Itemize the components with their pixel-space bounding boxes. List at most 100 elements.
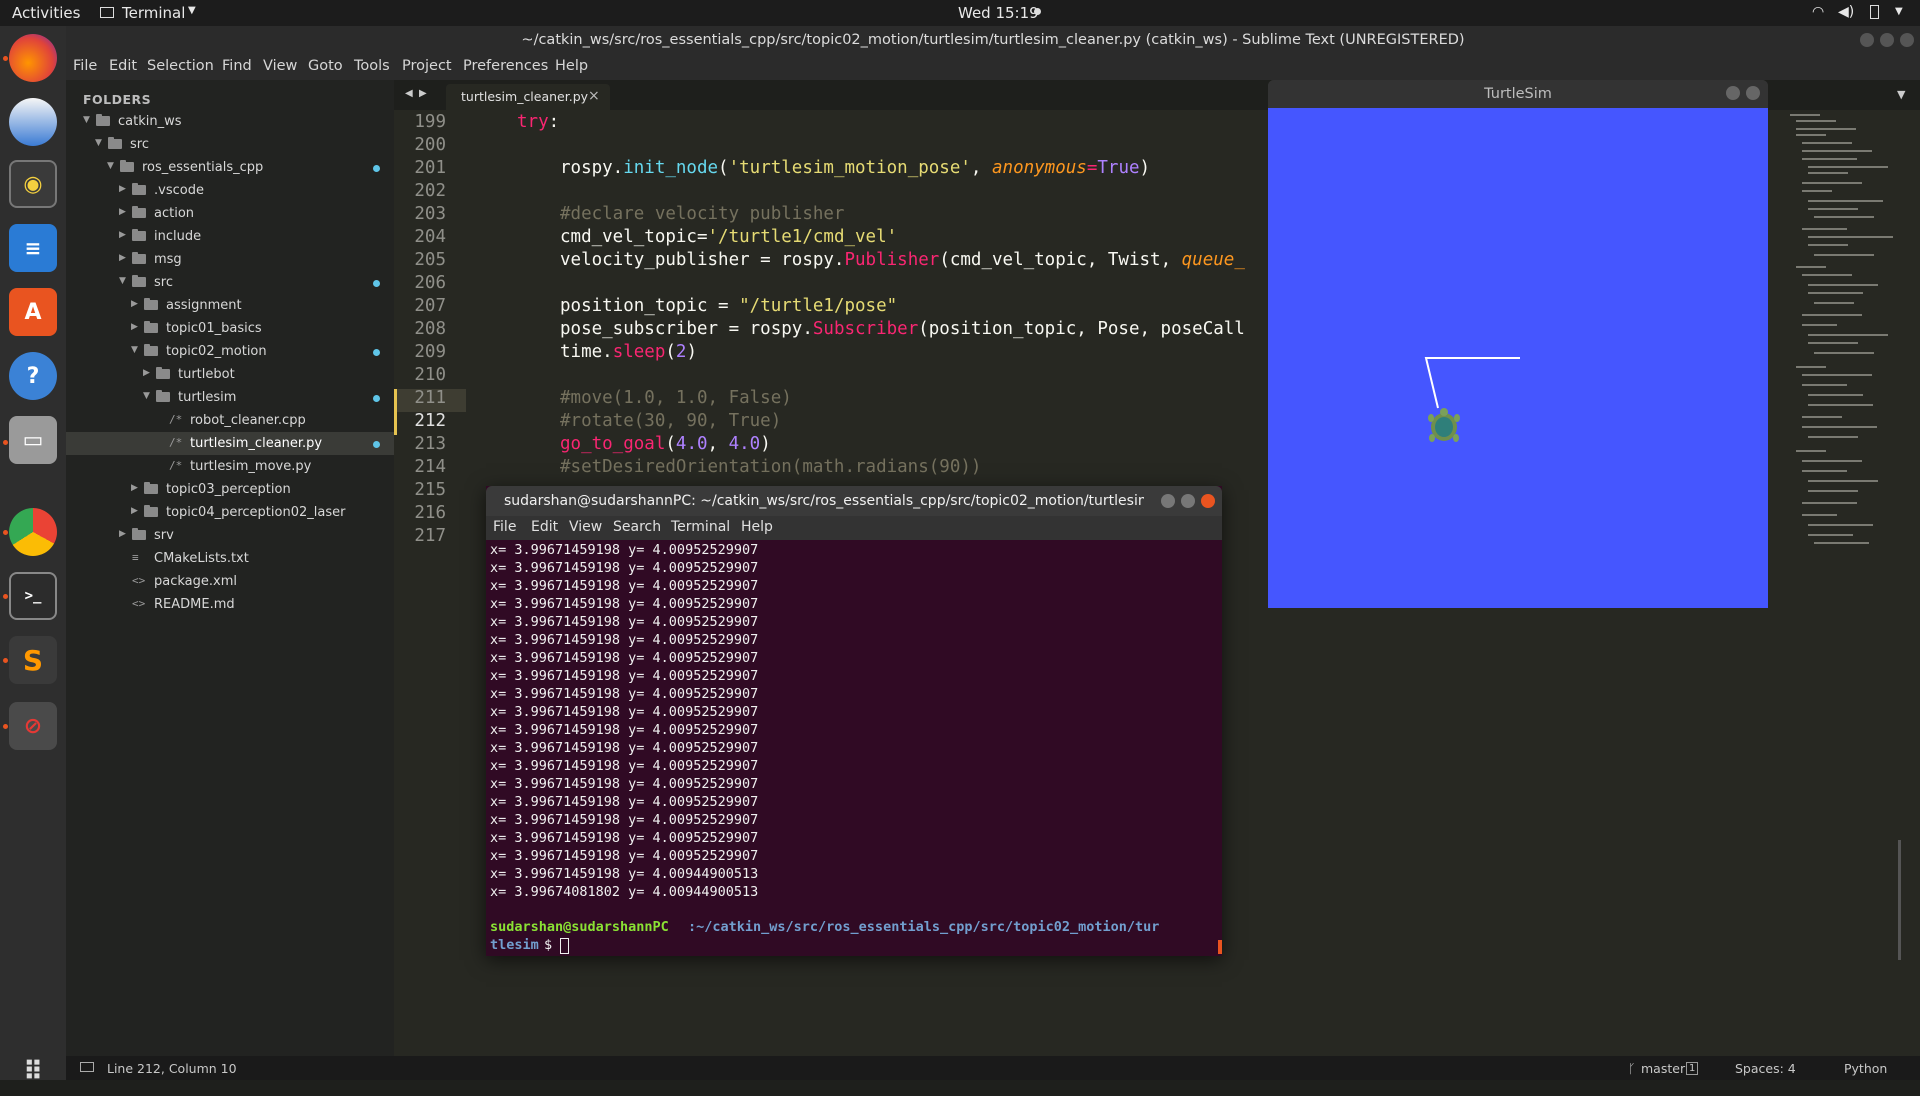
tree-folder-turtlesim[interactable]: ▼ turtlesim bbox=[66, 386, 394, 409]
tree-folder-msg[interactable]: ▶ msg bbox=[66, 248, 394, 271]
terminal-minimize-icon[interactable] bbox=[1161, 494, 1175, 508]
volume-icon[interactable]: ◀) bbox=[1838, 4, 1854, 20]
maximize-icon[interactable] bbox=[1880, 33, 1894, 47]
line-number: 200 bbox=[414, 135, 446, 155]
menu-help[interactable]: Help bbox=[555, 58, 588, 74]
terminal-menu-edit[interactable]: Edit bbox=[531, 519, 558, 535]
menu-project[interactable]: Project bbox=[402, 58, 452, 74]
tree-folder-topic04-perception02-laser[interactable]: ▶ topic04_perception02_laser bbox=[66, 501, 394, 524]
terminal-menu-bar: File Edit View Search Terminal Help bbox=[486, 516, 1222, 540]
terminal-prompt-user: sudarshan@sudarshannPC bbox=[490, 919, 669, 935]
chevron-right-icon: ▶ bbox=[119, 184, 126, 194]
terminal-menu-search[interactable]: Search bbox=[613, 519, 661, 535]
chevron-right-icon: ▶ bbox=[119, 230, 126, 240]
terminal-icon[interactable]: >_ bbox=[9, 572, 57, 620]
code-token: Publisher bbox=[844, 250, 940, 270]
syntax-setting[interactable]: Python bbox=[1844, 1061, 1887, 1076]
files-icon[interactable]: ▭ bbox=[9, 416, 57, 464]
file-icon: /* bbox=[169, 436, 183, 449]
terminal-menu-file[interactable]: File bbox=[493, 519, 516, 535]
firefox-icon[interactable] bbox=[9, 34, 57, 82]
minimap[interactable] bbox=[1762, 110, 1902, 1056]
turtlesim-app-icon[interactable]: ⊘ bbox=[9, 702, 57, 750]
wifi-icon[interactable]: ◠ bbox=[1812, 4, 1824, 20]
tree-folder-topic01-basics[interactable]: ▶ topic01_basics bbox=[66, 317, 394, 340]
terminal-output-line: x= 3.99671459198 y= 4.00952529907 bbox=[490, 812, 759, 828]
clock[interactable]: Wed 15:19 bbox=[958, 4, 1039, 22]
tree-label: topic02_motion bbox=[166, 344, 267, 359]
tree-file-readme[interactable]: <> README.md bbox=[66, 593, 394, 616]
writer-icon[interactable]: ≡ bbox=[9, 224, 57, 272]
line-number: 204 bbox=[414, 227, 446, 247]
menu-tools[interactable]: Tools bbox=[354, 58, 390, 74]
terminal-cursor[interactable] bbox=[560, 938, 569, 954]
terminal-output-line: x= 3.99674081802 y= 4.00944900513 bbox=[490, 884, 759, 900]
sublime-text-icon[interactable]: S bbox=[9, 636, 57, 684]
tree-label: .vscode bbox=[154, 183, 204, 198]
thunderbird-icon[interactable] bbox=[9, 98, 57, 146]
folder-icon bbox=[132, 229, 146, 241]
chevron-down-icon[interactable]: ▼ bbox=[188, 5, 196, 16]
folder-icon bbox=[96, 114, 110, 126]
tree-folder-include[interactable]: ▶ include bbox=[66, 225, 394, 248]
tab-nav-right-icon[interactable]: ▶ bbox=[419, 88, 427, 99]
terminal-scrollbar[interactable] bbox=[1218, 940, 1222, 954]
panel-toggle-icon[interactable] bbox=[80, 1062, 94, 1072]
terminal-maximize-icon[interactable] bbox=[1181, 494, 1195, 508]
tree-folder-vscode[interactable]: ▶ .vscode bbox=[66, 179, 394, 202]
terminal-menu-view[interactable]: View bbox=[569, 519, 602, 535]
code-token: ) bbox=[760, 434, 771, 454]
minimize-icon[interactable] bbox=[1860, 33, 1874, 47]
tree-folder-action[interactable]: ▶ action bbox=[66, 202, 394, 225]
tree-file-turtlesim-move[interactable]: /* turtlesim_move.py bbox=[66, 455, 394, 478]
menu-preferences[interactable]: Preferences bbox=[463, 58, 548, 74]
git-branch[interactable]: master bbox=[1641, 1061, 1685, 1076]
system-menu-chevron-icon[interactable]: ▼ bbox=[1895, 6, 1903, 17]
tab-menu-chevron-icon[interactable]: ▼ bbox=[1897, 88, 1905, 101]
terminal-titlebar[interactable]: sudarshan@sudarshannPC: ~/catkin_ws/src/… bbox=[486, 486, 1222, 516]
battery-icon[interactable] bbox=[1870, 5, 1879, 19]
tab-nav-left-icon[interactable]: ◀ bbox=[405, 88, 413, 99]
menu-selection[interactable]: Selection bbox=[147, 58, 214, 74]
turtlesim-minimize-icon[interactable] bbox=[1726, 86, 1740, 100]
tree-folder-srv[interactable]: ▶ srv bbox=[66, 524, 394, 547]
app-menu[interactable]: Terminal bbox=[122, 4, 185, 22]
code-token: init_node bbox=[623, 158, 719, 178]
activities-button[interactable]: Activities bbox=[12, 4, 80, 22]
menu-view[interactable]: View bbox=[263, 58, 297, 74]
code-token: position_topic = bbox=[560, 296, 740, 316]
show-applications-icon[interactable]: ⠿ bbox=[9, 1048, 57, 1096]
terminal-menu-terminal[interactable]: Terminal bbox=[671, 519, 730, 535]
tree-file-robot-cleaner[interactable]: /* robot_cleaner.cpp bbox=[66, 409, 394, 432]
tree-folder-src[interactable]: ▼ src bbox=[66, 133, 394, 156]
notification-dot-icon bbox=[1034, 8, 1041, 15]
terminal-output-line: x= 3.99671459198 y= 4.00952529907 bbox=[490, 722, 759, 738]
tree-folder-src-inner[interactable]: ▼ src bbox=[66, 271, 394, 294]
menu-file[interactable]: File bbox=[73, 58, 97, 74]
tree-folder-topic02-motion[interactable]: ▼ topic02_motion bbox=[66, 340, 394, 363]
terminal-menu-help[interactable]: Help bbox=[741, 519, 773, 535]
tree-folder-assignment[interactable]: ▶ assignment bbox=[66, 294, 394, 317]
menu-find[interactable]: Find bbox=[222, 58, 252, 74]
turtlesim-close-icon[interactable] bbox=[1746, 86, 1760, 100]
menu-edit[interactable]: Edit bbox=[109, 58, 137, 74]
tab-close-icon[interactable]: × bbox=[588, 88, 600, 104]
tree-folder-turtlebot[interactable]: ▶ turtlebot bbox=[66, 363, 394, 386]
tab-turtlesim-cleaner[interactable]: turtlesim_cleaner.py × bbox=[446, 84, 610, 110]
tree-file-package-xml[interactable]: <> package.xml bbox=[66, 570, 394, 593]
tree-folder-catkin-ws[interactable]: ▼ catkin_ws bbox=[66, 110, 394, 133]
tree-file-turtlesim-cleaner[interactable]: /* turtlesim_cleaner.py bbox=[66, 432, 394, 455]
close-icon[interactable] bbox=[1900, 33, 1914, 47]
menu-goto[interactable]: Goto bbox=[308, 58, 343, 74]
tree-file-cmakelists[interactable]: ≡ CMakeLists.txt bbox=[66, 547, 394, 570]
file-icon: <> bbox=[132, 597, 146, 610]
tree-folder-ros-essentials-cpp[interactable]: ▼ ros_essentials_cpp bbox=[66, 156, 394, 179]
tree-folder-topic03-perception[interactable]: ▶ topic03_perception bbox=[66, 478, 394, 501]
rhythmbox-icon[interactable]: ◉ bbox=[9, 160, 57, 208]
indentation-setting[interactable]: Spaces: 4 bbox=[1735, 1061, 1796, 1076]
help-icon[interactable]: ? bbox=[9, 352, 57, 400]
chrome-icon[interactable] bbox=[9, 508, 57, 556]
terminal-close-icon[interactable] bbox=[1201, 494, 1215, 508]
line-number: 211 bbox=[414, 388, 446, 408]
software-center-icon[interactable]: A bbox=[9, 288, 57, 336]
